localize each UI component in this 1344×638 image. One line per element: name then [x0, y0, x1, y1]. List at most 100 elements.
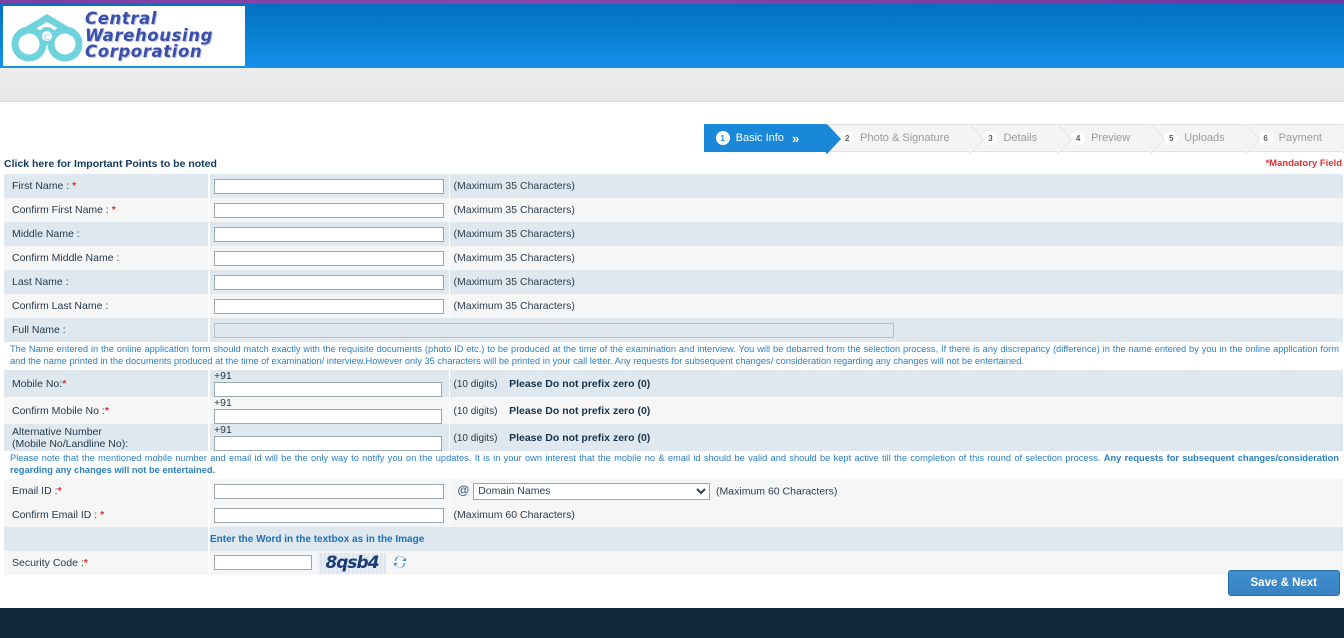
email-id-input[interactable] — [214, 483, 444, 499]
confirm-middle-name-input[interactable] — [214, 250, 444, 266]
captcha-image: 8qsb4 — [318, 552, 386, 574]
no-zero-hint: Please Do not prefix zero (0) — [509, 404, 651, 417]
form-actions: Save & Next — [1227, 570, 1340, 596]
required-marker: * — [72, 180, 77, 192]
hint-confirm-middle-name: (Maximum 35 Characters) — [449, 246, 1344, 270]
step-uploads[interactable]: 5 Uploads — [1152, 124, 1260, 154]
middle-name-input[interactable] — [214, 226, 444, 242]
label-confirm-first-name: Confirm First Name : * — [4, 198, 210, 222]
label-email-id: Email ID :* — [4, 479, 210, 503]
no-zero-hint: Please Do not prefix zero (0) — [509, 431, 651, 444]
logo-line-3: Corporation — [85, 42, 203, 62]
refresh-icon[interactable] — [392, 554, 408, 573]
form-row-full-name: Full Name : — [4, 318, 1344, 342]
hint-last-name: (Maximum 35 Characters) — [449, 270, 1344, 294]
logo[interactable]: C Central Warehousing Corporation — [3, 6, 245, 66]
security-code-input[interactable] — [214, 555, 312, 571]
full-name-input — [214, 322, 894, 338]
basic-info-form: First Name : * (Maximum 35 Characters) C… — [4, 174, 1344, 575]
step-number: 4 — [1071, 131, 1086, 145]
field-last-name — [209, 270, 450, 294]
step-number: 6 — [1258, 131, 1273, 145]
digits-hint: (10 digits) — [453, 405, 498, 417]
contact-note-text: Please note that the mentioned mobile nu… — [4, 451, 1343, 479]
no-zero-hint: Please Do not prefix zero (0) — [509, 377, 651, 390]
form-row-contact-note: Please note that the mentioned mobile nu… — [4, 451, 1344, 479]
form-row-confirm-middle-name: Confirm Middle Name : (Maximum 35 Charac… — [4, 246, 1344, 270]
form-row-name-note: The Name entered in the online applicati… — [4, 342, 1344, 370]
label-confirm-mobile-no: Confirm Mobile No :* — [4, 397, 210, 424]
step-number: 5 — [1164, 131, 1179, 145]
first-name-input[interactable] — [214, 178, 444, 194]
at-symbol-icon: @ — [457, 483, 470, 497]
label-middle-name: Middle Name : — [4, 222, 210, 246]
field-full-name — [209, 318, 1344, 342]
step-photo-signature[interactable]: 2 Photo & Signature — [828, 124, 985, 154]
step-number: 3 — [983, 131, 998, 145]
label-alternative-number: Alternative Number (Mobile No/Landline N… — [4, 424, 210, 451]
field-confirm-email-id — [209, 503, 450, 527]
name-note-text: The Name entered in the online applicati… — [10, 344, 1339, 366]
hint-middle-name: (Maximum 35 Characters) — [449, 222, 1344, 246]
country-code-mobile: +91 — [214, 370, 232, 382]
step-basic-info[interactable]: 1 Basic Info » — [703, 124, 841, 154]
form-row-security-code: Security Code :* 8qsb4 — [4, 551, 1344, 575]
step-payment[interactable]: 6 Payment — [1246, 124, 1344, 154]
label-full-name: Full Name : — [4, 318, 210, 342]
step-number: 1 — [715, 131, 730, 145]
captcha-instruction-spacer — [4, 527, 210, 551]
country-code-alternative: +91 — [214, 424, 232, 436]
label-confirm-email-id: Confirm Email ID : * — [4, 503, 210, 527]
hint-confirm-email-id: (Maximum 60 Characters) — [449, 503, 1344, 527]
wizard-steps: 1 Basic Info » 2 Photo & Signature 3 Det… — [703, 124, 1344, 154]
field-confirm-mobile-no: +91 — [209, 397, 450, 424]
alternative-number-line2: (Mobile No/Landline No): — [12, 437, 129, 450]
label-confirm-last-name: Confirm Last Name : — [4, 294, 210, 318]
form-row-last-name: Last Name : (Maximum 35 Characters) — [4, 270, 1344, 294]
country-code-confirm-mobile: +91 — [214, 397, 232, 409]
captcha-instruction: Enter the Word in the textbox as in the … — [209, 527, 1344, 551]
last-name-input[interactable] — [214, 274, 444, 290]
required-marker: * — [62, 377, 67, 390]
hint-email-id: @ Domain Names (Maximum 60 Characters) — [449, 479, 1344, 503]
confirm-email-id-input[interactable] — [214, 507, 444, 523]
chevron-right-icon: » — [791, 130, 799, 146]
form-row-middle-name: Middle Name : (Maximum 35 Characters) — [4, 222, 1344, 246]
name-note-cell: The Name entered in the online applicati… — [4, 342, 1344, 370]
logo-wordmark: Central Warehousing Corporation — [85, 11, 213, 61]
confirm-mobile-no-input[interactable] — [214, 409, 442, 424]
contact-note-normal: Please note that the mentioned mobile nu… — [10, 453, 1104, 463]
required-marker: * — [100, 509, 105, 521]
save-and-next-button[interactable]: Save & Next — [1227, 570, 1340, 596]
field-mobile-no: +91 — [209, 370, 450, 397]
footer-bar — [0, 608, 1344, 638]
step-number: 2 — [840, 131, 855, 145]
alternative-number-input[interactable] — [214, 436, 442, 451]
label-last-name: Last Name : — [4, 270, 210, 294]
confirm-last-name-input[interactable] — [214, 298, 444, 314]
digits-hint: (10 digits) — [453, 432, 498, 444]
label-first-name: First Name : * — [4, 174, 210, 198]
digits-hint: (10 digits) — [453, 378, 498, 390]
important-points-link[interactable]: Click here for Important Points to be no… — [4, 158, 217, 170]
field-email-id — [209, 479, 450, 503]
confirm-first-name-input[interactable] — [214, 202, 444, 218]
label-mobile-no: Mobile No:* — [4, 370, 210, 397]
form-row-captcha-instruction: Enter the Word in the textbox as in the … — [4, 527, 1344, 551]
mobile-no-input[interactable] — [214, 382, 442, 397]
domain-names-select[interactable]: Domain Names — [473, 482, 711, 500]
step-preview[interactable]: 4 Preview — [1059, 124, 1166, 154]
form-row-alternative-number: Alternative Number (Mobile No/Landline N… — [4, 424, 1344, 451]
hint-first-name: (Maximum 35 Characters) — [449, 174, 1344, 198]
step-label: Payment — [1278, 132, 1322, 144]
label-security-code: Security Code :* — [4, 551, 210, 575]
field-alternative-number: +91 — [209, 424, 450, 451]
field-middle-name — [209, 222, 450, 246]
contact-note-cell: Please note that the mentioned mobile nu… — [4, 451, 1344, 479]
field-confirm-first-name — [209, 198, 450, 222]
form-row-email-id: Email ID :* @ Domain Names (Maximum 60 Ch… — [4, 479, 1344, 503]
required-marker: * — [104, 404, 109, 417]
info-line: Click here for Important Points to be no… — [0, 158, 1344, 174]
form-row-confirm-mobile-no: Confirm Mobile No :* +91 (10 digits) Ple… — [4, 397, 1344, 424]
email-max-hint: (Maximum 60 Characters) — [716, 485, 838, 497]
